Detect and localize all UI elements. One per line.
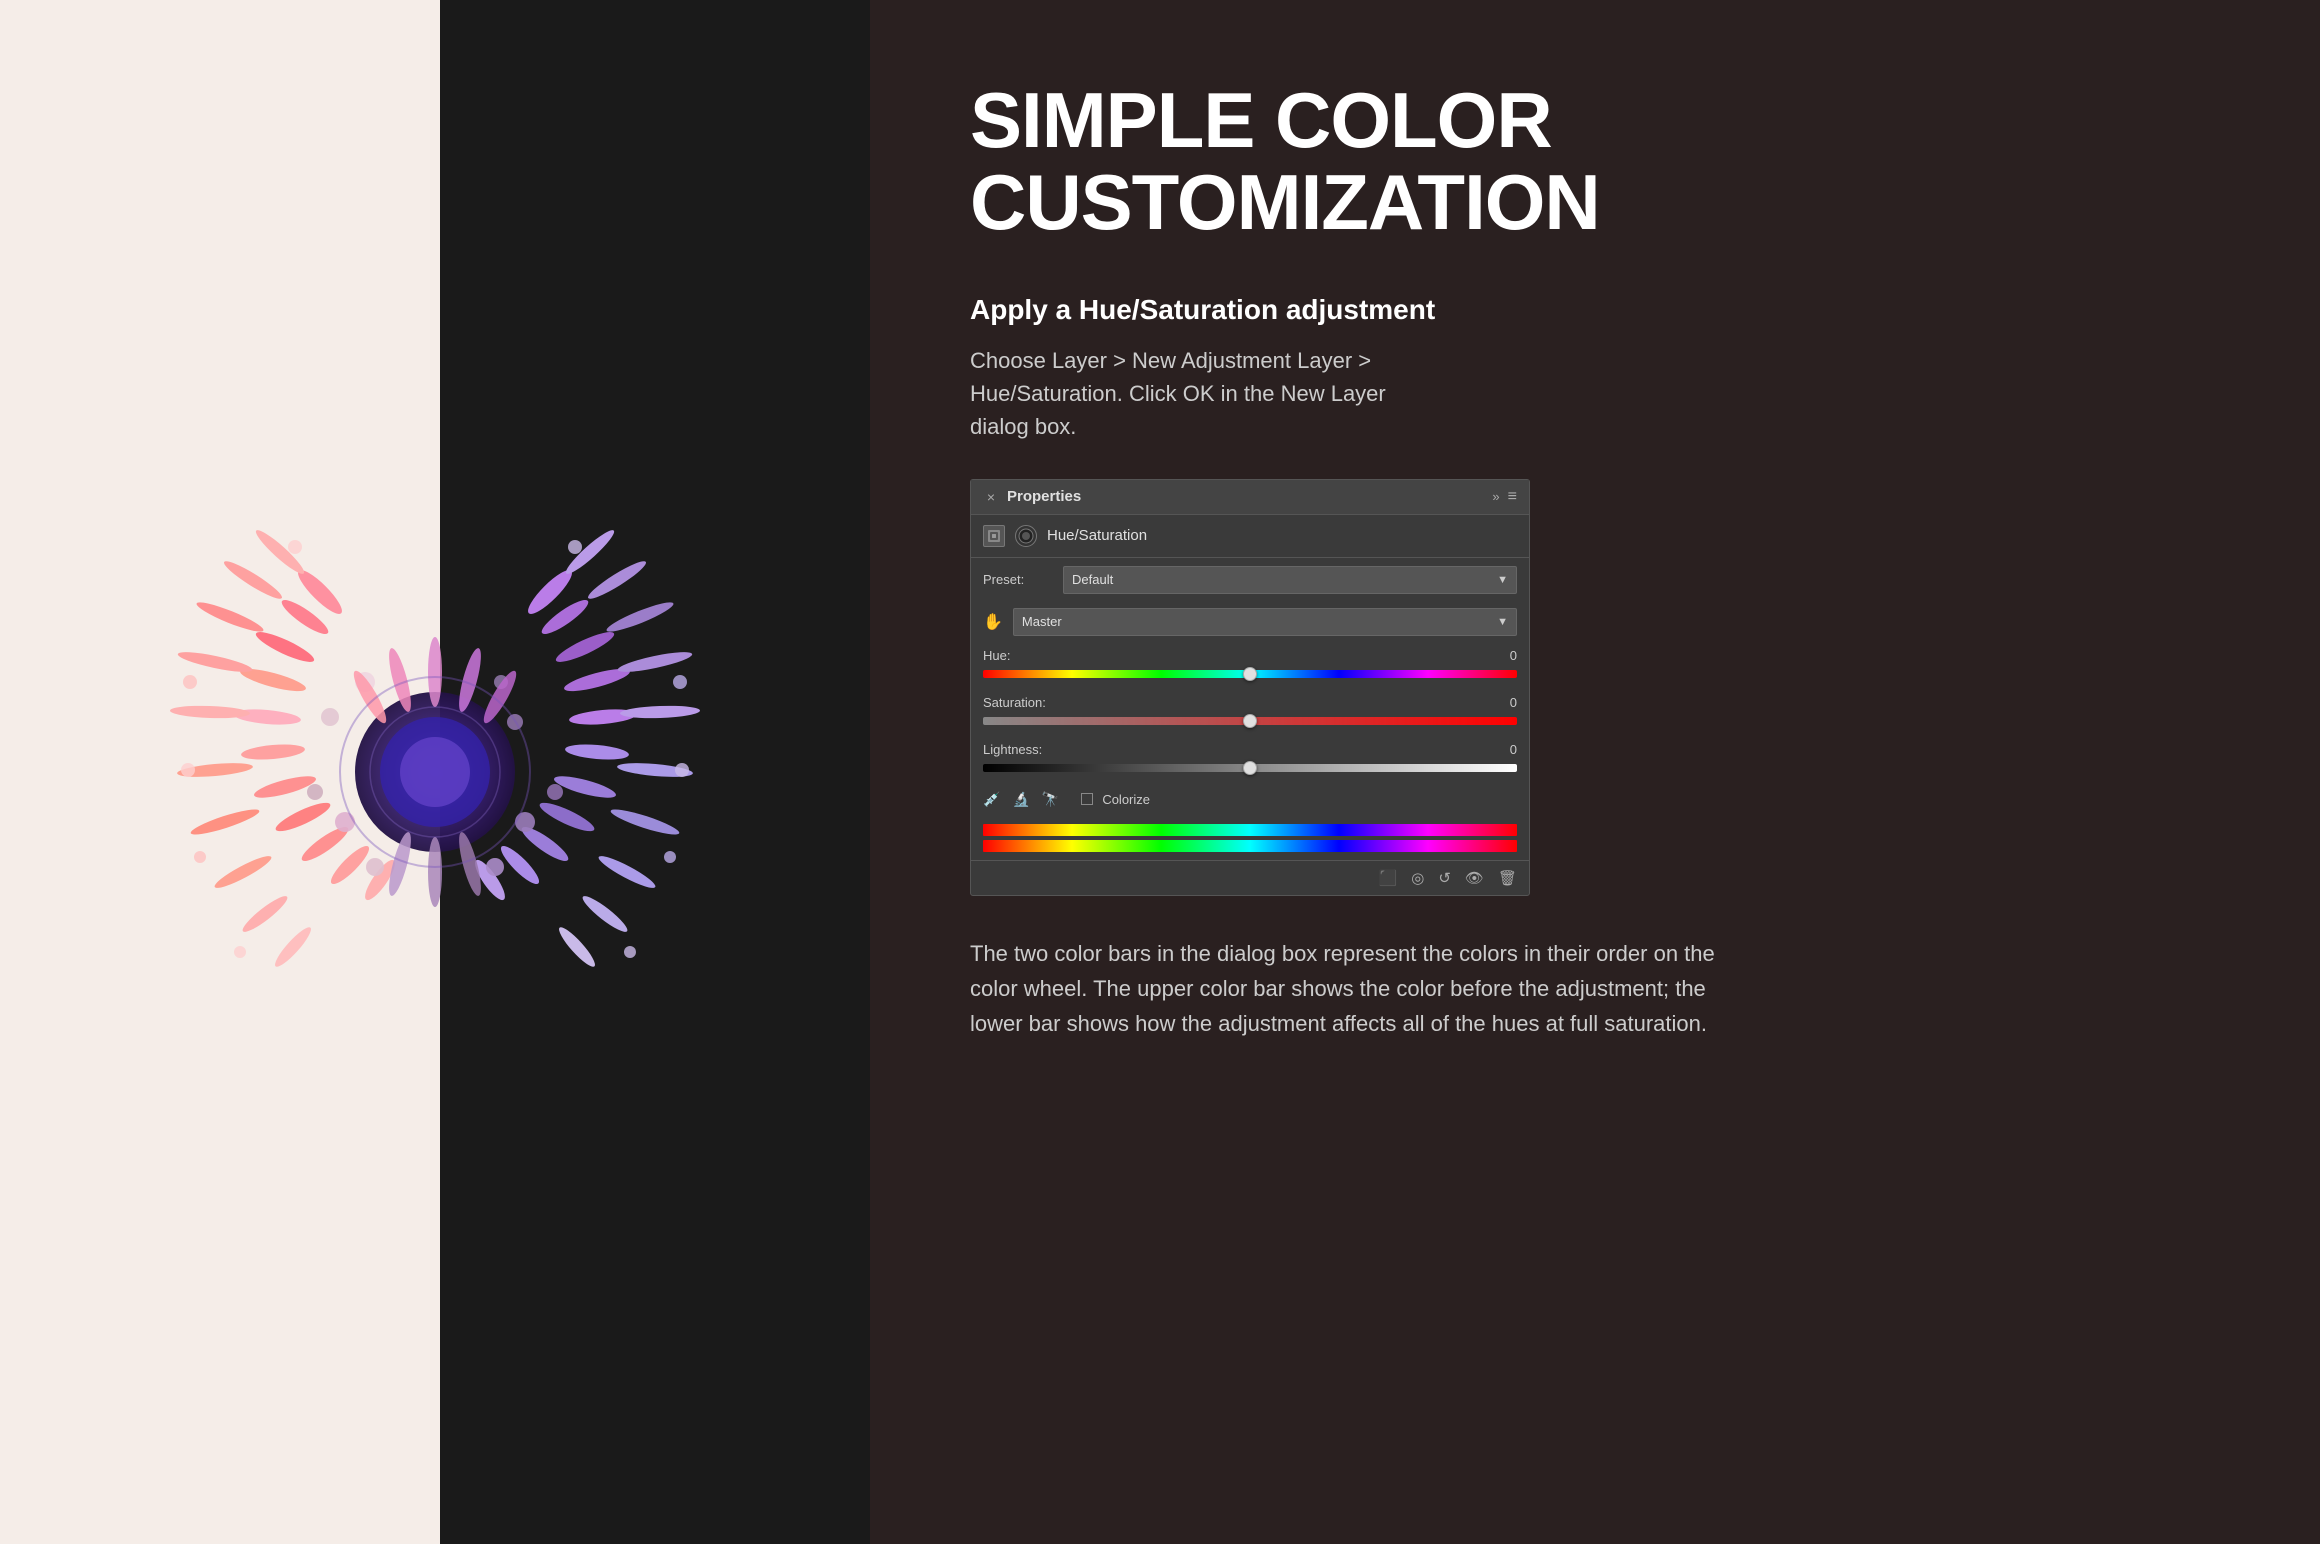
hue-slider-row: Hue: 0	[971, 642, 1529, 689]
section-body: Choose Layer > New Adjustment Layer >Hue…	[970, 344, 1750, 443]
panel-subheader: Hue/Saturation	[971, 515, 1529, 558]
panel-title: Properties	[1007, 488, 1081, 505]
lightness-slider-row: Lightness: 0	[971, 736, 1529, 783]
preset-row: Preset: Default ▼	[971, 558, 1529, 602]
panel-header: × Properties » ≡	[971, 480, 1529, 515]
channel-row: ✋ Master ▼	[971, 602, 1529, 642]
preset-chevron-icon: ▼	[1497, 574, 1508, 586]
hue-label: Hue:	[983, 648, 1010, 663]
eyedropper-minus-icon[interactable]: 🔭	[1042, 791, 1059, 808]
saturation-slider-thumb[interactable]	[1243, 714, 1257, 728]
mask-layer-icon[interactable]: ◎	[1411, 869, 1424, 887]
channel-chevron-icon: ▼	[1497, 616, 1508, 628]
channel-select[interactable]: Master ▼	[1013, 608, 1517, 636]
mask-icon	[1015, 525, 1037, 547]
lightness-value: 0	[1510, 742, 1517, 757]
colorize-checkbox[interactable]	[1081, 793, 1093, 805]
lightness-slider[interactable]	[983, 761, 1517, 775]
preset-value: Default	[1072, 572, 1113, 587]
saturation-slider[interactable]	[983, 714, 1517, 728]
clip-to-layer-icon[interactable]: ⬛	[1379, 869, 1398, 887]
eyedropper-plus-icon[interactable]: 🔬	[1012, 791, 1029, 808]
page-title: SIMPLE COLOR CUSTOMIZATION	[970, 80, 2220, 244]
color-bar-upper	[983, 824, 1517, 836]
channel-value: Master	[1022, 614, 1062, 629]
visibility-icon[interactable]: 👁	[1465, 869, 1484, 887]
layer-icon	[983, 525, 1005, 547]
properties-panel: × Properties » ≡	[970, 479, 1530, 896]
hue-slider-thumb[interactable]	[1243, 667, 1257, 681]
color-bars	[971, 816, 1529, 860]
lightness-slider-thumb[interactable]	[1243, 761, 1257, 775]
panel-expand-icon[interactable]: »	[1492, 489, 1499, 504]
preset-select[interactable]: Default ▼	[1063, 566, 1517, 594]
panel-close-button[interactable]: ×	[983, 489, 999, 505]
color-bar-lower	[983, 840, 1517, 852]
saturation-slider-row: Saturation: 0	[971, 689, 1529, 736]
hue-value: 0	[1510, 648, 1517, 663]
panel-header-left: × Properties	[983, 488, 1081, 505]
panel-subheader-title: Hue/Saturation	[1047, 527, 1147, 544]
hand-icon: ✋	[983, 612, 1003, 632]
lightness-label: Lightness:	[983, 742, 1042, 757]
preset-label: Preset:	[983, 572, 1053, 587]
panel-menu-icon[interactable]: ≡	[1508, 488, 1517, 506]
panel-toolbar: ⬛ ◎ ↺ 👁 🗑	[971, 860, 1529, 895]
left-panel	[0, 0, 870, 1544]
menu-path-choose-layer: Choose Layer > New Adjustment Layer >Hue…	[970, 348, 1386, 439]
right-panel: SIMPLE COLOR CUSTOMIZATION Apply a Hue/S…	[870, 0, 2320, 1544]
organism-image	[25, 362, 845, 1182]
colorize-row: 💉 🔬 🔭 Colorize	[971, 783, 1529, 816]
bottom-text: The two color bars in the dialog box rep…	[970, 936, 1750, 1042]
saturation-label: Saturation:	[983, 695, 1046, 710]
reset-icon[interactable]: ↺	[1438, 869, 1451, 887]
eyedropper-icon[interactable]: 💉	[983, 791, 1000, 808]
saturation-value: 0	[1510, 695, 1517, 710]
delete-icon[interactable]: 🗑	[1498, 869, 1517, 887]
section-heading: Apply a Hue/Saturation adjustment	[970, 294, 2220, 326]
colorize-label: Colorize	[1102, 792, 1150, 807]
hue-slider[interactable]	[983, 667, 1517, 681]
